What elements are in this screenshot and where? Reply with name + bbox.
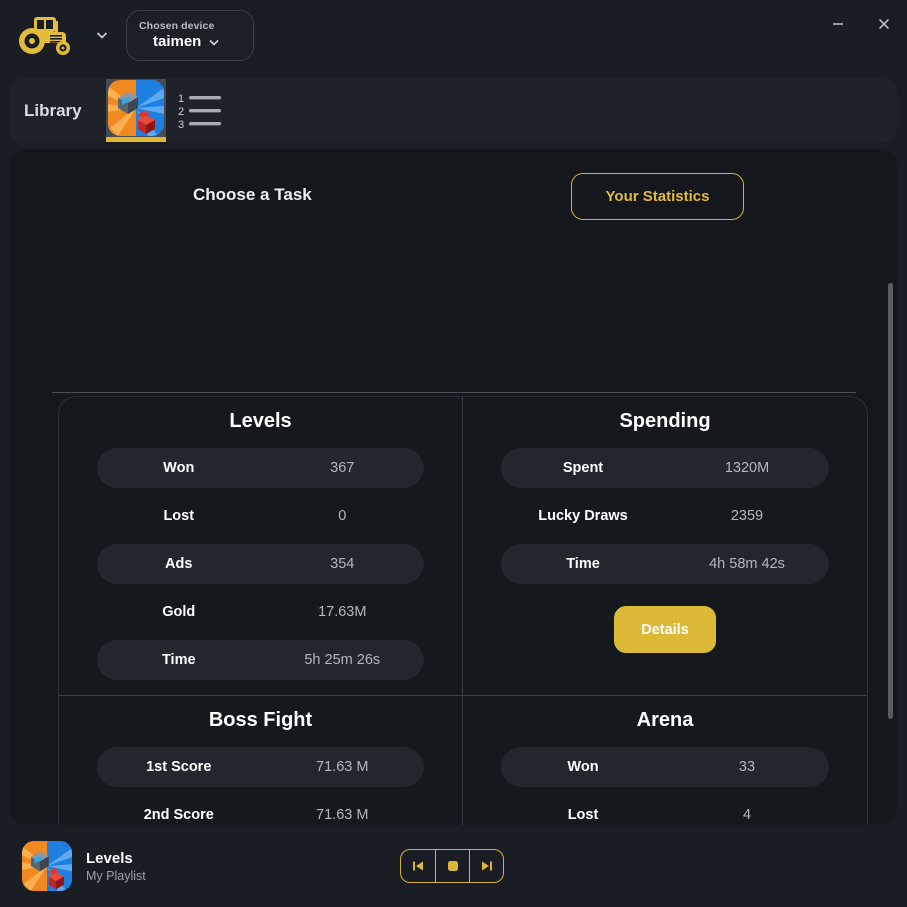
stat-row: Lost 4: [501, 795, 829, 825]
stat-key: Won: [163, 460, 195, 476]
chevron-down-icon[interactable]: [94, 27, 110, 43]
stat-value: 5h 25m 26s: [304, 652, 381, 668]
statistics-grid: Levels Won 367 Lost 0 Ads 354 Gold 17.63…: [59, 397, 867, 825]
panel-rows: Won 367 Lost 0 Ads 354 Gold 17.63M Time …: [59, 448, 462, 680]
panel-title: Spending: [619, 410, 711, 432]
device-selector-value: taimen: [153, 33, 202, 50]
stat-key: Gold: [162, 604, 196, 620]
skip-next-icon: [481, 861, 492, 871]
library-bar: Library 1 2 3: [10, 78, 897, 143]
stat-key: 1st Score: [146, 759, 212, 775]
stat-key: Lost: [163, 508, 195, 524]
player-track-title: Levels: [86, 849, 133, 867]
device-selector-value-row: taimen: [139, 33, 253, 50]
stat-row: 1st Score 71.63 M: [97, 747, 424, 787]
stat-row: 2nd Score 71.63 M: [97, 795, 424, 825]
player-transport-controls: [400, 849, 504, 883]
task-header-row: Choose a Task Your Statistics: [10, 149, 897, 233]
stat-row: Spent 1320M: [501, 448, 829, 488]
your-statistics-button[interactable]: Your Statistics: [571, 173, 744, 220]
minimize-icon: [833, 23, 843, 25]
stat-value: 33: [738, 759, 756, 775]
title-bar: Chosen device taimen: [0, 0, 907, 70]
minimize-button[interactable]: [815, 2, 861, 46]
svg-text:1: 1: [178, 93, 184, 105]
app-window: Chosen device taimen Library 1 2 3 Choos…: [0, 0, 907, 907]
stat-row: Time 4h 58m 42s: [501, 544, 829, 584]
stat-value: 367: [330, 460, 355, 476]
stat-row: Lost 0: [97, 496, 424, 536]
device-selector[interactable]: Chosen device taimen: [126, 9, 254, 61]
stat-key: Time: [566, 556, 600, 572]
stat-value: 71.63 M: [316, 807, 369, 823]
stat-value: 71.63 M: [316, 759, 369, 775]
stat-value: 0: [338, 508, 347, 524]
stat-value: 17.63M: [318, 604, 367, 620]
panel-title: Arena: [636, 709, 694, 731]
numbered-list-icon[interactable]: 1 2 3: [178, 91, 222, 131]
vertical-scrollbar[interactable]: [887, 273, 894, 823]
window-controls: [815, 0, 907, 48]
next-button[interactable]: [469, 850, 503, 882]
player-bar: Levels My Playlist: [0, 825, 907, 907]
library-label: Library: [24, 100, 82, 120]
choose-task-title: Choose a Task: [193, 185, 312, 204]
chevron-down-icon[interactable]: [207, 35, 221, 49]
panel-levels: Levels Won 367 Lost 0 Ads 354 Gold 17.63…: [59, 397, 463, 696]
header-divider: [52, 392, 856, 393]
stop-button[interactable]: [435, 850, 469, 882]
stat-row: Time 5h 25m 26s: [97, 640, 424, 680]
panel-rows: Won 33 Lost 4 Points Gained 641 Time: [463, 747, 867, 825]
svg-text:3: 3: [178, 119, 184, 131]
stat-key: Lucky Draws: [538, 508, 628, 524]
scrollbar-thumb[interactable]: [888, 283, 893, 719]
brand-area[interactable]: [14, 13, 110, 57]
game-thumbnail: [22, 841, 72, 891]
stat-key: Time: [161, 652, 196, 668]
device-selector-label: Chosen device: [139, 20, 215, 32]
player-track-info: Levels My Playlist: [86, 850, 146, 883]
stop-icon: [447, 861, 458, 871]
stat-row: Won 33: [501, 747, 829, 787]
stat-value: 2359: [730, 508, 764, 524]
stat-row: Ads 354: [97, 544, 424, 584]
panel-spending: Spending Spent 1320M Lucky Draws 2359 Ti…: [463, 397, 867, 696]
stat-key: 2nd Score: [143, 807, 214, 823]
panel-title: Levels: [229, 410, 292, 432]
stat-key: Ads: [165, 556, 193, 572]
stat-key: Lost: [567, 807, 599, 823]
panel-rows: Spent 1320M Lucky Draws 2359 Time 4h 58m…: [463, 448, 867, 584]
statistics-card: Levels Won 367 Lost 0 Ads 354 Gold 17.63…: [58, 396, 868, 825]
panel-boss-fight: Boss Fight 1st Score 71.63 M 2nd Score 7…: [59, 696, 463, 825]
active-tab-indicator: [106, 137, 166, 142]
stat-key: Spent: [562, 460, 604, 476]
player-playlist-name: My Playlist: [86, 868, 146, 883]
close-icon: [878, 18, 890, 30]
panel-rows: 1st Score 71.63 M 2nd Score 71.63 M 3rd …: [59, 747, 462, 825]
skip-previous-icon: [413, 861, 423, 871]
stat-row: Lucky Draws 2359: [501, 496, 829, 536]
stat-row: Gold 17.63M: [97, 592, 424, 632]
main-content-panel: Choose a Task Your Statistics Levels Won…: [10, 149, 897, 825]
panel-arena: Arena Won 33 Lost 4 Points Gained 641: [463, 696, 867, 825]
tractor-icon: [19, 17, 70, 55]
svg-text:2: 2: [178, 106, 184, 118]
game-thumbnail: [108, 80, 164, 136]
panel-title: Boss Fight: [208, 709, 313, 731]
stat-key: Won: [567, 759, 599, 775]
stat-value: 1320M: [724, 460, 770, 476]
stat-value: 4: [742, 807, 752, 823]
details-button[interactable]: Details: [614, 606, 716, 653]
stat-value: 4h 58m 42s: [709, 556, 785, 572]
details-button-wrap: Details: [463, 606, 867, 653]
close-button[interactable]: [861, 2, 907, 46]
stat-row: Won 367: [97, 448, 424, 488]
stat-value: 354: [330, 556, 355, 572]
library-tab-active[interactable]: [106, 79, 166, 142]
previous-button[interactable]: [401, 850, 435, 882]
